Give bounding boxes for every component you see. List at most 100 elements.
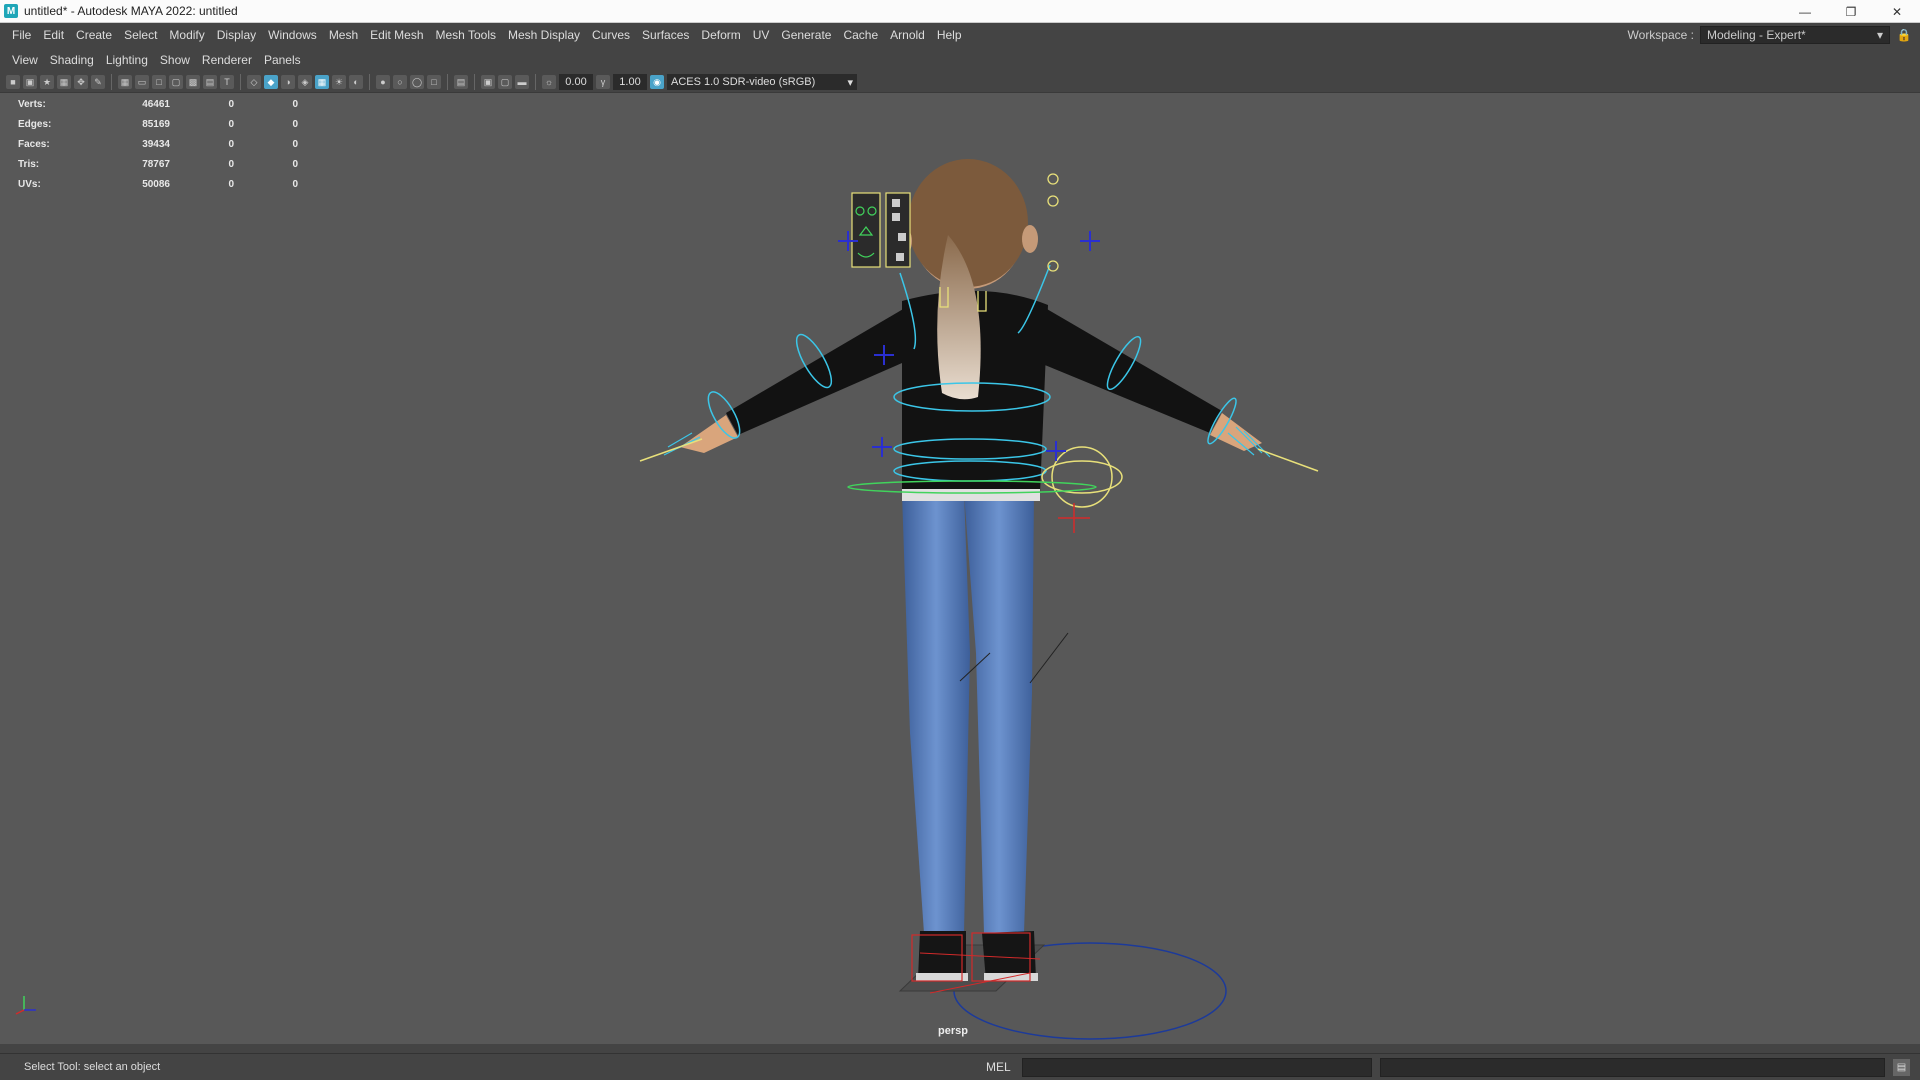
menu-generate[interactable]: Generate: [775, 28, 837, 42]
scene-canvas[interactable]: [0, 93, 1920, 1045]
textured-icon[interactable]: ▦: [315, 75, 329, 89]
xray-icon[interactable]: ●: [376, 75, 390, 89]
camera-select-icon[interactable]: ■: [6, 75, 20, 89]
left-shoe-sole: [916, 973, 968, 981]
gamma-icon[interactable]: γ: [596, 75, 610, 89]
exposure-icon[interactable]: ☼: [542, 75, 556, 89]
menu-mesh-display[interactable]: Mesh Display: [502, 28, 586, 42]
panel-menu-show[interactable]: Show: [154, 53, 196, 71]
xray-joints-icon[interactable]: ○: [393, 75, 407, 89]
camera-name-label: persp: [938, 1025, 968, 1037]
hud-value: 0: [228, 158, 234, 170]
menu-uv[interactable]: UV: [747, 28, 776, 42]
workspace-selector: Workspace : Modeling - Expert* ▾ 🔒: [1628, 23, 1912, 47]
menu-deform[interactable]: Deform: [695, 28, 746, 42]
title-bar: M untitled* - Autodesk MAYA 2022: untitl…: [0, 0, 1920, 23]
toolbar-separator: [447, 74, 448, 90]
safe-action-icon[interactable]: ▤: [203, 75, 217, 89]
panel-menu-shading[interactable]: Shading: [44, 53, 100, 71]
menu-windows[interactable]: Windows: [262, 28, 323, 42]
exposure-field[interactable]: 0.00: [559, 74, 593, 90]
hud-icon[interactable]: ▬: [515, 75, 529, 89]
workspace-dropdown[interactable]: Modeling - Expert* ▾: [1700, 26, 1890, 44]
right-leg: [964, 493, 1034, 933]
panel-menu-renderer[interactable]: Renderer: [196, 53, 258, 71]
command-input-field[interactable]: [1022, 1058, 1372, 1077]
isolate-select-icon[interactable]: ▤: [454, 75, 468, 89]
left-leg: [902, 493, 970, 933]
resolution-gate-icon[interactable]: □: [152, 75, 166, 89]
smooth-shade-icon[interactable]: ◆: [264, 75, 278, 89]
menu-mesh[interactable]: Mesh: [323, 28, 364, 42]
menu-modify[interactable]: Modify: [163, 28, 210, 42]
eye-control-1: [1047, 173, 1059, 185]
gamma-field[interactable]: 1.00: [613, 74, 647, 90]
menu-cache[interactable]: Cache: [837, 28, 884, 42]
menu-edit-mesh[interactable]: Edit Mesh: [364, 28, 429, 42]
safe-title-icon[interactable]: T: [220, 75, 234, 89]
minimize-icon[interactable]: —: [1782, 0, 1828, 23]
field-chart-icon[interactable]: ▩: [186, 75, 200, 89]
gate-mask-icon[interactable]: ▢: [169, 75, 183, 89]
menu-help[interactable]: Help: [931, 28, 968, 42]
face-slider-1: [892, 199, 900, 207]
view-axis-icon: [15, 996, 36, 1015]
pelvis-control-ellipse: [1041, 460, 1123, 494]
anti-aliasing-icon[interactable]: □: [427, 75, 441, 89]
waistband: [902, 489, 1040, 501]
image-plane-icon[interactable]: ▦: [57, 75, 71, 89]
left-arm: [726, 305, 910, 435]
depth-of-field-icon[interactable]: ▣: [481, 75, 495, 89]
restore-icon[interactable]: ❐: [1828, 0, 1874, 23]
perspective-viewport[interactable]: [0, 92, 1920, 1044]
panel-menu-view[interactable]: View: [6, 53, 44, 71]
bookmark-icon[interactable]: ★: [40, 75, 54, 89]
menu-surfaces[interactable]: Surfaces: [636, 28, 695, 42]
eye-control-2: [1047, 195, 1059, 207]
use-all-lights-icon[interactable]: ☀: [332, 75, 346, 89]
right-ear: [1022, 225, 1038, 253]
command-language-toggle[interactable]: MEL: [986, 1060, 1011, 1074]
menu-select[interactable]: Select: [118, 28, 163, 42]
view-transform-dropdown[interactable]: ACES 1.0 SDR-video (sRGB) ▾: [667, 74, 857, 90]
menu-mesh-tools[interactable]: Mesh Tools: [430, 28, 502, 42]
lock-icon[interactable]: 🔒: [1896, 27, 1912, 43]
toolbar-separator: [240, 74, 241, 90]
hud-label: Verts:: [18, 98, 46, 110]
color-management-icon[interactable]: ◉: [650, 75, 664, 89]
hud-label: Faces:: [18, 138, 50, 150]
camera-attributes-icon[interactable]: ▣: [23, 75, 37, 89]
poly-count-hud: Verts: 46461 0 0 Edges: 85169 0 0 Faces:…: [18, 94, 298, 194]
panel-menu-panels[interactable]: Panels: [258, 53, 307, 71]
default-lighting-icon[interactable]: ◑: [281, 75, 295, 89]
close-icon[interactable]: ✕: [1874, 0, 1920, 23]
menu-edit[interactable]: Edit: [37, 28, 70, 42]
wireframe-on-shaded-icon[interactable]: ◈: [298, 75, 312, 89]
hud-value: 0: [292, 118, 298, 130]
film-gate-icon[interactable]: ▭: [135, 75, 149, 89]
grid-icon[interactable]: ▦: [118, 75, 132, 89]
chevron-down-icon: ▾: [847, 76, 853, 89]
menu-curves[interactable]: Curves: [586, 28, 636, 42]
hud-value: 46461: [142, 98, 170, 110]
wireframe-icon[interactable]: ◇: [247, 75, 261, 89]
workspace-value: Modeling - Expert*: [1707, 28, 1806, 42]
panel-menu-lighting[interactable]: Lighting: [100, 53, 154, 71]
right-arm: [1040, 305, 1222, 433]
toolbar-separator: [111, 74, 112, 90]
menu-arnold[interactable]: Arnold: [884, 28, 931, 42]
shadows-icon[interactable]: ◐: [349, 75, 363, 89]
workspace-label: Workspace :: [1627, 28, 1694, 42]
ambient-occlusion-icon[interactable]: ◯: [410, 75, 424, 89]
command-result-field: [1380, 1058, 1885, 1077]
face-slider-3: [898, 233, 906, 241]
menu-display[interactable]: Display: [211, 28, 262, 42]
two-d-pan-icon[interactable]: ✥: [74, 75, 88, 89]
window-title: untitled* - Autodesk MAYA 2022: untitled: [24, 4, 238, 18]
script-editor-icon[interactable]: ▤: [1893, 1059, 1910, 1076]
motion-blur-icon[interactable]: ▢: [498, 75, 512, 89]
hud-value: 0: [292, 178, 298, 190]
menu-create[interactable]: Create: [70, 28, 118, 42]
grease-pencil-icon[interactable]: ✎: [91, 75, 105, 89]
menu-file[interactable]: File: [6, 28, 37, 42]
